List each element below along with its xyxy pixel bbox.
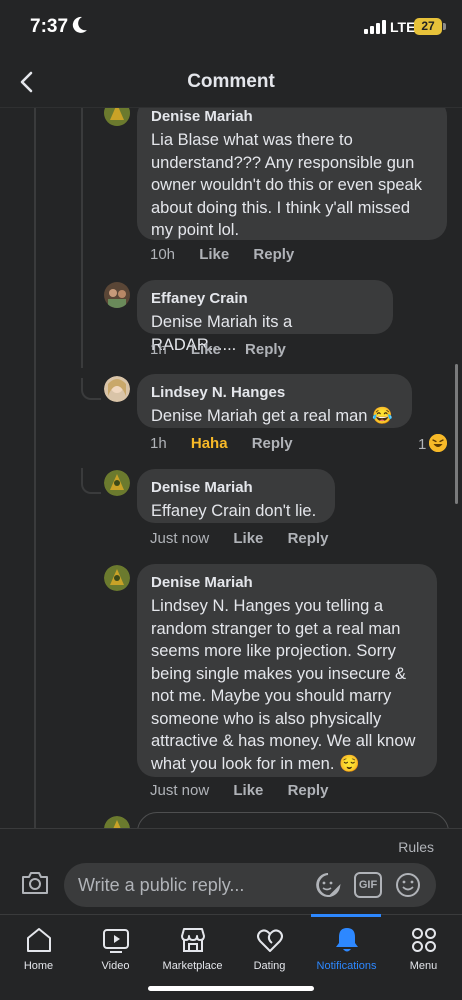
comment-time: Just now bbox=[150, 782, 210, 799]
moon-icon bbox=[72, 16, 87, 33]
thread-line-nested bbox=[81, 108, 83, 368]
comment-text: Lia Blase what was there to understand??… bbox=[151, 131, 422, 239]
sticker-icon[interactable] bbox=[314, 871, 342, 899]
gif-button[interactable]: GIF bbox=[354, 872, 382, 898]
comment-meta: Just now Like Reply bbox=[150, 782, 348, 799]
haha-reaction-button[interactable]: Haha bbox=[191, 435, 228, 452]
comment-time: Just now bbox=[150, 530, 210, 547]
bell-icon bbox=[335, 928, 358, 952]
tab-label: Notifications bbox=[316, 960, 377, 972]
avatar bbox=[104, 816, 130, 828]
reply-button[interactable]: Reply bbox=[288, 782, 329, 799]
tab-home[interactable]: Home bbox=[0, 915, 77, 985]
comment-bubble[interactable]: Denise Mariah Effaney Crain don't lie. bbox=[137, 469, 335, 523]
tab-notifications[interactable]: Notifications bbox=[308, 915, 385, 985]
comment-thread[interactable]: Denise Mariah Lia Blase what was there t… bbox=[0, 108, 462, 828]
reaction-count: 1 bbox=[418, 436, 427, 453]
comment-time: 10h bbox=[150, 246, 176, 263]
battery-tip bbox=[443, 23, 446, 30]
comment-bubble[interactable]: Effaney Crain Denise Mariah its a RADAR.… bbox=[137, 280, 393, 354]
thread-elbow bbox=[81, 378, 101, 400]
network-type: LTE bbox=[390, 19, 416, 35]
comment-author[interactable]: Effaney Crain bbox=[151, 290, 379, 308]
like-button[interactable]: Like bbox=[191, 341, 221, 358]
comment-meta: 1h Like Reply bbox=[150, 341, 306, 358]
video-icon bbox=[102, 929, 129, 953]
reply-button[interactable]: Reply bbox=[288, 530, 329, 547]
avatar[interactable] bbox=[104, 282, 130, 308]
page-title: Comment bbox=[187, 71, 275, 92]
reply-button[interactable]: Reply bbox=[253, 246, 294, 263]
status-bar: 7:37 LTE 27 bbox=[0, 0, 462, 56]
comment-meta: 10h Like Reply bbox=[150, 246, 314, 263]
reply-input[interactable]: Write a public reply... GIF bbox=[64, 863, 436, 907]
tab-label: Dating bbox=[253, 960, 286, 972]
tab-label: Home bbox=[23, 960, 54, 972]
tab-label: Menu bbox=[409, 960, 438, 972]
comment-author[interactable]: Denise Mariah bbox=[151, 574, 423, 592]
reply-composer: Rules Write a public reply... GIF bbox=[0, 828, 462, 914]
rules-link[interactable]: Rules bbox=[398, 839, 434, 855]
marketplace-icon bbox=[180, 928, 205, 952]
tab-menu[interactable]: Menu bbox=[385, 915, 462, 985]
comment-text: Effaney Crain don't lie. bbox=[151, 502, 317, 520]
home-icon bbox=[26, 928, 51, 952]
tab-label: Video bbox=[101, 960, 130, 972]
like-button[interactable]: Like bbox=[233, 530, 263, 547]
like-button[interactable]: Like bbox=[233, 782, 263, 799]
comment-text: Denise Mariah get a real man 😂 bbox=[151, 407, 393, 425]
comment-bubble[interactable]: Denise Mariah Lia Blase what was there t… bbox=[137, 108, 447, 240]
comment-author[interactable]: Denise Mariah bbox=[151, 479, 321, 497]
comment-author[interactable]: Denise Mariah bbox=[151, 108, 433, 126]
avatar[interactable] bbox=[104, 470, 130, 496]
tab-dating[interactable]: Dating bbox=[231, 915, 308, 985]
dating-icon bbox=[256, 929, 283, 952]
avatar[interactable] bbox=[104, 565, 130, 591]
comment-meta: Just now Like Reply bbox=[150, 530, 348, 547]
reaction-summary[interactable]: 1 bbox=[418, 434, 448, 453]
header: Comment bbox=[0, 56, 462, 108]
menu-icon bbox=[411, 928, 436, 952]
avatar[interactable] bbox=[104, 376, 130, 402]
inline-reply-field[interactable] bbox=[137, 812, 449, 828]
scrollbar[interactable] bbox=[455, 364, 458, 504]
tab-marketplace[interactable]: Marketplace bbox=[154, 915, 231, 985]
tab-label: Marketplace bbox=[162, 960, 223, 972]
haha-emoji-icon bbox=[429, 434, 448, 452]
comment-author[interactable]: Lindsey N. Hanges bbox=[151, 384, 398, 402]
comment-bubble[interactable]: Denise Mariah Lindsey N. Hanges you tell… bbox=[137, 564, 437, 777]
status-time: 7:37 bbox=[30, 16, 69, 37]
comment-text: Lindsey N. Hanges you telling a random s… bbox=[151, 597, 416, 773]
thread-line bbox=[34, 108, 36, 828]
reply-button[interactable]: Reply bbox=[252, 435, 293, 452]
comment-time: 1h bbox=[150, 435, 167, 452]
emoji-icon[interactable] bbox=[394, 871, 422, 899]
like-button[interactable]: Like bbox=[199, 246, 229, 263]
home-indicator bbox=[148, 986, 314, 991]
reply-button[interactable]: Reply bbox=[245, 341, 286, 358]
signal-icon bbox=[364, 20, 386, 34]
comment-time: 1h bbox=[150, 341, 167, 358]
battery-icon: 27 bbox=[414, 18, 442, 35]
tab-video[interactable]: Video bbox=[77, 915, 154, 985]
reply-placeholder: Write a public reply... bbox=[78, 875, 245, 895]
avatar[interactable] bbox=[104, 108, 130, 126]
comment-bubble[interactable]: Lindsey N. Hanges Denise Mariah get a re… bbox=[137, 374, 412, 428]
camera-icon[interactable] bbox=[20, 869, 50, 897]
thread-elbow bbox=[81, 468, 101, 494]
comment-meta: 1h Haha Reply bbox=[150, 435, 313, 452]
